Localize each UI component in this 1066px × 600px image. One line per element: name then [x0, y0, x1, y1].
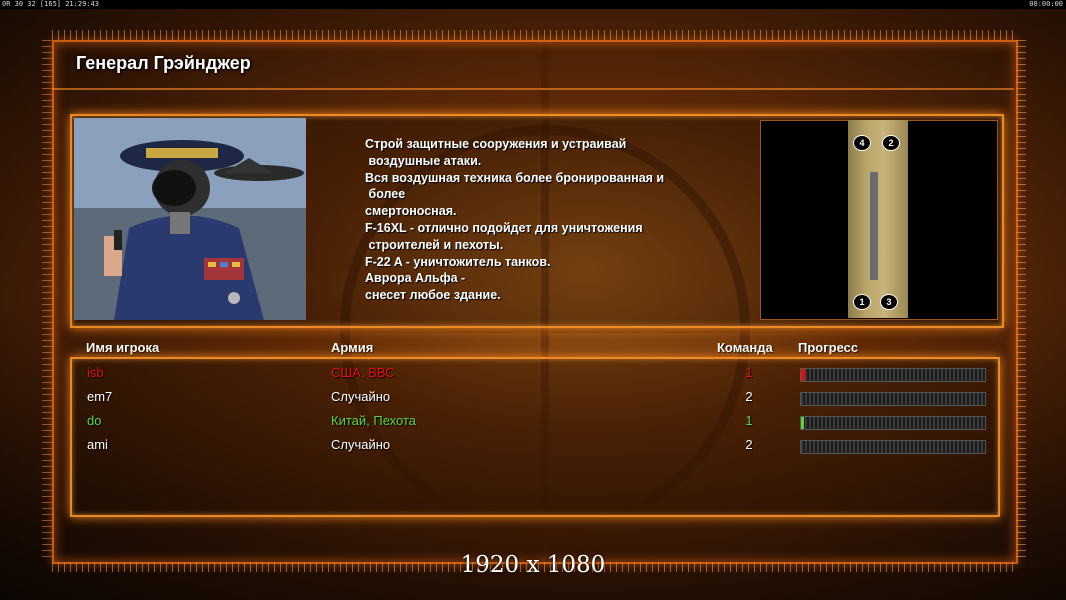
minimap-runway [870, 172, 878, 280]
player-name: ami [87, 437, 108, 452]
minimap-start-marker-2[interactable]: 2 [882, 135, 900, 151]
column-header-team: Команда [717, 340, 773, 355]
status-bar-left: 0R 30 32 [165] 21:29:43 [2, 0, 99, 8]
player-army: Случайно [331, 437, 391, 452]
minimap-start-marker-4[interactable]: 4 [853, 135, 871, 151]
progress-bar [800, 368, 986, 382]
player-team: 1 [745, 413, 753, 428]
player-team: 2 [745, 389, 753, 404]
column-header-player-name: Имя игрока [86, 340, 160, 355]
minimap-start-marker-3[interactable]: 3 [880, 294, 898, 310]
player-name: isb [87, 365, 104, 380]
player-team: 2 [745, 437, 753, 452]
minimap-start-marker-1[interactable]: 1 [853, 294, 871, 310]
resolution-caption: 1920 x 1080 [460, 552, 606, 578]
status-bar-clock: 00:00:00 [1029, 0, 1063, 8]
status-bar: 0R 30 32 [165] 21:29:43 00:00:00 [0, 0, 1066, 9]
player-army: Китай, Пехота [331, 413, 416, 428]
player-team: 1 [745, 365, 753, 380]
progress-fill [801, 369, 805, 381]
player-name: do [87, 413, 102, 428]
title-divider [52, 88, 1014, 90]
progress-bar [800, 440, 986, 454]
player-row[interactable]: isb США, ВВС 1 [0, 362, 1066, 384]
progress-bar [800, 416, 986, 430]
player-row[interactable]: ami Случайно 2 [0, 434, 1066, 456]
column-header-progress: Прогресс [798, 340, 859, 355]
general-title: Генерал Грэйнджер [76, 53, 251, 73]
player-row[interactable]: do Китай, Пехота 1 [0, 410, 1066, 432]
player-row[interactable]: em7 Случайно 2 [0, 386, 1066, 408]
progress-bar [800, 392, 986, 406]
progress-fill [801, 417, 804, 429]
player-army: Случайно [331, 389, 391, 404]
ruler-left [42, 40, 52, 560]
ruler-top [52, 30, 1014, 40]
general-portrait [74, 118, 306, 320]
player-army: США, ВВС [331, 365, 395, 380]
player-name: em7 [87, 389, 113, 404]
general-description: Строй защитные сооружения и устраивай во… [365, 137, 665, 303]
column-header-army: Армия [331, 340, 374, 355]
